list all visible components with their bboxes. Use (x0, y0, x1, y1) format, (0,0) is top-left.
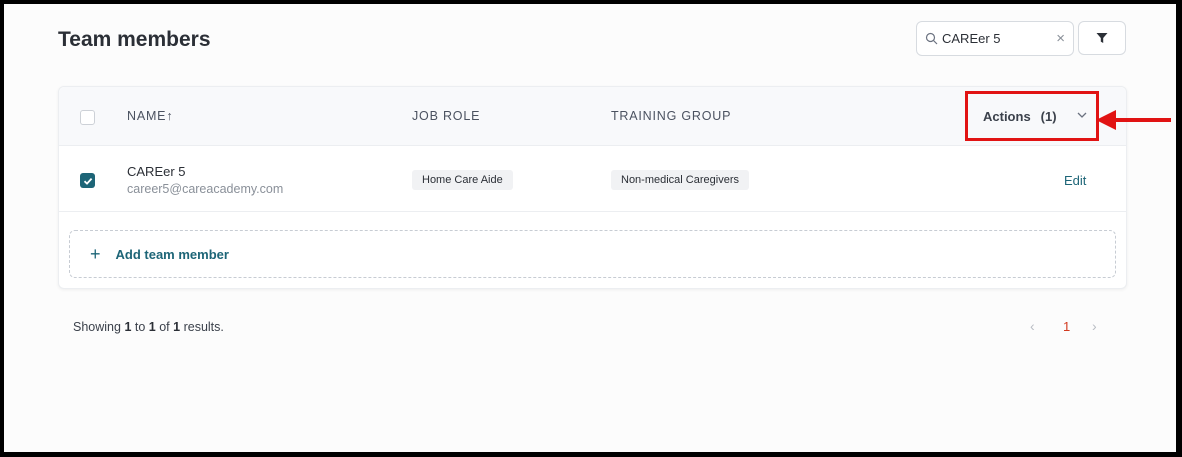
clear-search-icon[interactable]: × (1056, 31, 1065, 46)
results-prefix: Showing (73, 320, 121, 334)
search-input[interactable] (942, 31, 1034, 46)
search-field[interactable]: × (916, 21, 1074, 56)
actions-selected-count: (1) (1040, 108, 1057, 124)
member-name: CAREer 5 (127, 164, 186, 179)
page-title: Team members (58, 28, 211, 51)
filter-icon (1096, 33, 1108, 43)
chevron-down-icon (1077, 112, 1087, 118)
actions-dropdown[interactable]: Actions (1) (965, 91, 1099, 141)
team-members-table: NAME↑ JOB ROLE TRAINING GROUP Actions (1… (58, 86, 1127, 289)
member-email: career5@careacademy.com (127, 182, 284, 196)
column-header-training-group: TRAINING GROUP (611, 109, 732, 123)
checkmark-icon (83, 177, 92, 185)
next-page-icon[interactable]: › (1092, 318, 1097, 334)
edit-member-link[interactable]: Edit (1064, 173, 1086, 188)
results-suffix: results. (183, 320, 224, 334)
page-number-current[interactable]: 1 (1063, 319, 1070, 334)
results-to: 1 (148, 320, 156, 334)
annotation-arrow-icon (1096, 110, 1171, 130)
table-row: CAREer 5 career5@careacademy.com Home Ca… (59, 147, 1126, 212)
actions-label: Actions (983, 108, 1031, 124)
column-header-name[interactable]: NAME↑ (127, 109, 173, 123)
select-all-checkbox[interactable] (80, 110, 95, 125)
previous-page-icon[interactable]: ‹ (1030, 318, 1035, 334)
results-to-word: to (134, 320, 146, 334)
row-checkbox[interactable] (80, 173, 95, 188)
add-team-member-label: Add team member (115, 246, 229, 262)
filter-button[interactable] (1078, 21, 1126, 55)
results-summary: Showing 1 to 1 of 1 results. (73, 320, 224, 334)
table-header: NAME↑ JOB ROLE TRAINING GROUP Actions (1… (59, 87, 1126, 146)
job-role-badge: Home Care Aide (412, 170, 513, 190)
training-group-badge: Non-medical Caregivers (611, 170, 749, 190)
results-of-word: of (159, 320, 170, 334)
results-from: 1 (124, 320, 132, 334)
plus-icon: + (90, 244, 101, 264)
add-team-member-button[interactable]: + Add team member (69, 230, 1116, 278)
search-icon (925, 32, 938, 45)
results-total: 1 (173, 320, 181, 334)
column-header-job-role: JOB ROLE (412, 109, 481, 123)
app-frame: Team members × NAME↑ JOB ROLE TRAINING G… (4, 4, 1176, 452)
